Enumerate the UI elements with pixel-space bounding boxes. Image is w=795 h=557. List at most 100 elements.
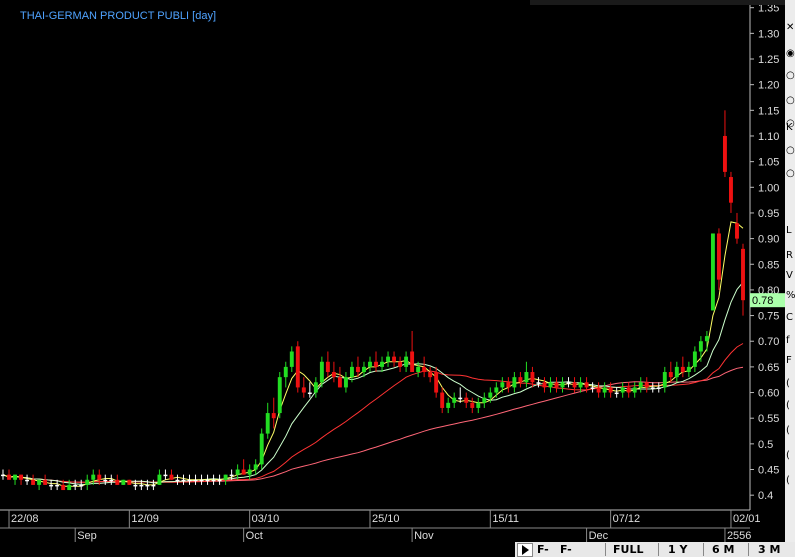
- side-toolbar-item[interactable]: ○: [786, 70, 795, 81]
- x-tick-label: 22/08: [11, 513, 39, 525]
- candle-body: [19, 474, 24, 480]
- candle-body: [229, 474, 234, 477]
- side-toolbar-item[interactable]: C: [786, 312, 793, 323]
- candle-body: [7, 474, 11, 480]
- candle-body: [458, 397, 463, 400]
- side-toolbar-item[interactable]: ✕: [786, 22, 794, 33]
- candle-body: [578, 382, 583, 388]
- candle-body: [139, 484, 144, 487]
- candle-body: [217, 479, 222, 482]
- candle-body: [620, 387, 625, 393]
- candle-body: [199, 479, 204, 482]
- range-6m-button[interactable]: 6 M: [712, 543, 734, 556]
- side-toolbar-item[interactable]: (: [786, 475, 790, 486]
- candle-body: [235, 469, 240, 475]
- side-toolbar[interactable]: ✕ ◉ ○ ○ ○ K ○ ○ L R V% Cf F(((((: [785, 0, 795, 557]
- side-toolbar-item[interactable]: F: [786, 355, 792, 366]
- candle-body: [716, 233, 721, 280]
- candle-body: [656, 387, 661, 389]
- candle-body: [49, 484, 54, 487]
- candle-body: [271, 413, 276, 419]
- x-month-label: 2556: [727, 530, 751, 542]
- y-tick-label: 0.5: [758, 439, 773, 451]
- candle-body: [404, 356, 409, 367]
- separator: [605, 543, 606, 556]
- side-toolbar-item[interactable]: K: [786, 122, 793, 133]
- side-toolbar-item[interactable]: ○: [786, 95, 795, 106]
- candle-body: [145, 484, 150, 487]
- candle-body: [470, 402, 475, 408]
- candle-body: [662, 372, 667, 388]
- candle-body: [223, 474, 228, 480]
- candle-body: [452, 397, 457, 403]
- play-icon[interactable]: [517, 543, 533, 557]
- x-month-label: Nov: [414, 530, 434, 542]
- candle-body: [626, 387, 631, 393]
- last-price-label: 0.78: [752, 295, 773, 307]
- side-toolbar-item[interactable]: ○: [786, 168, 795, 179]
- side-toolbar-item[interactable]: L: [786, 225, 792, 236]
- candle-body: [109, 479, 114, 482]
- candle-body: [392, 356, 397, 362]
- candle-body: [25, 479, 30, 482]
- y-tick-label: 1.25: [758, 54, 779, 66]
- candle-body: [692, 351, 697, 367]
- y-tick-label: 1.10: [758, 131, 779, 143]
- candle-body: [482, 397, 487, 403]
- x-month-label: Dec: [589, 530, 609, 542]
- y-tick-label: 1.00: [758, 182, 779, 194]
- fibonacci-button-2[interactable]: F-: [560, 543, 572, 556]
- fibonacci-button-1[interactable]: F-: [537, 543, 549, 556]
- candle-body: [151, 484, 156, 487]
- side-toolbar-item[interactable]: R: [786, 250, 793, 261]
- side-toolbar-item[interactable]: (: [786, 400, 790, 411]
- candle-body: [602, 387, 607, 393]
- candle-body: [644, 382, 649, 388]
- candle-body: [374, 361, 378, 367]
- side-toolbar-item[interactable]: (: [786, 378, 790, 389]
- side-toolbar-item[interactable]: (: [786, 425, 790, 436]
- y-tick-label: 0.45: [758, 465, 779, 477]
- separator: [658, 543, 659, 556]
- candle-body: [512, 377, 517, 388]
- range-3m-button[interactable]: 3 M: [758, 543, 780, 556]
- x-tick-label: 15/11: [492, 513, 519, 525]
- candle-body: [632, 387, 637, 393]
- candle-body: [710, 233, 715, 311]
- side-toolbar-item[interactable]: ◉: [786, 48, 795, 59]
- candle-body: [536, 382, 541, 384]
- candle-body: [440, 392, 445, 408]
- candle-body: [722, 135, 727, 172]
- range-1y-button[interactable]: 1 Y: [668, 543, 687, 556]
- candle-body: [103, 479, 108, 482]
- candle-body: [43, 479, 48, 485]
- candle-body: [121, 479, 126, 485]
- side-toolbar-item[interactable]: f: [786, 335, 790, 346]
- candle-body: [55, 484, 60, 487]
- candle-body: [115, 479, 120, 485]
- y-tick-label: 0.55: [758, 413, 779, 425]
- candle-body: [97, 474, 102, 480]
- bottom-toolbar: F- F- FULL 1 Y 6 M 3 M: [515, 542, 795, 557]
- candle-body: [127, 479, 132, 485]
- candle-body: [313, 382, 318, 393]
- candle-body: [416, 366, 421, 373]
- candle-body: [434, 372, 439, 393]
- range-full-button[interactable]: FULL: [613, 543, 643, 556]
- candle-body: [729, 177, 733, 203]
- candle-body: [13, 474, 17, 480]
- y-tick-label: 1.15: [758, 105, 779, 117]
- candle-body: [698, 341, 703, 352]
- candle-body: [500, 382, 505, 388]
- side-toolbar-item[interactable]: (: [786, 450, 790, 461]
- candle-body: [674, 366, 679, 378]
- candle-body: [253, 464, 258, 470]
- side-toolbar-item[interactable]: %: [786, 290, 795, 301]
- candle-body: [241, 469, 246, 475]
- candle-body: [476, 402, 481, 408]
- side-toolbar-item[interactable]: V: [786, 270, 793, 281]
- candle-body: [61, 484, 66, 491]
- side-toolbar-item[interactable]: ○: [786, 145, 795, 156]
- x-tick-label: 02/01: [733, 513, 761, 525]
- y-tick-label: 0.65: [758, 362, 779, 374]
